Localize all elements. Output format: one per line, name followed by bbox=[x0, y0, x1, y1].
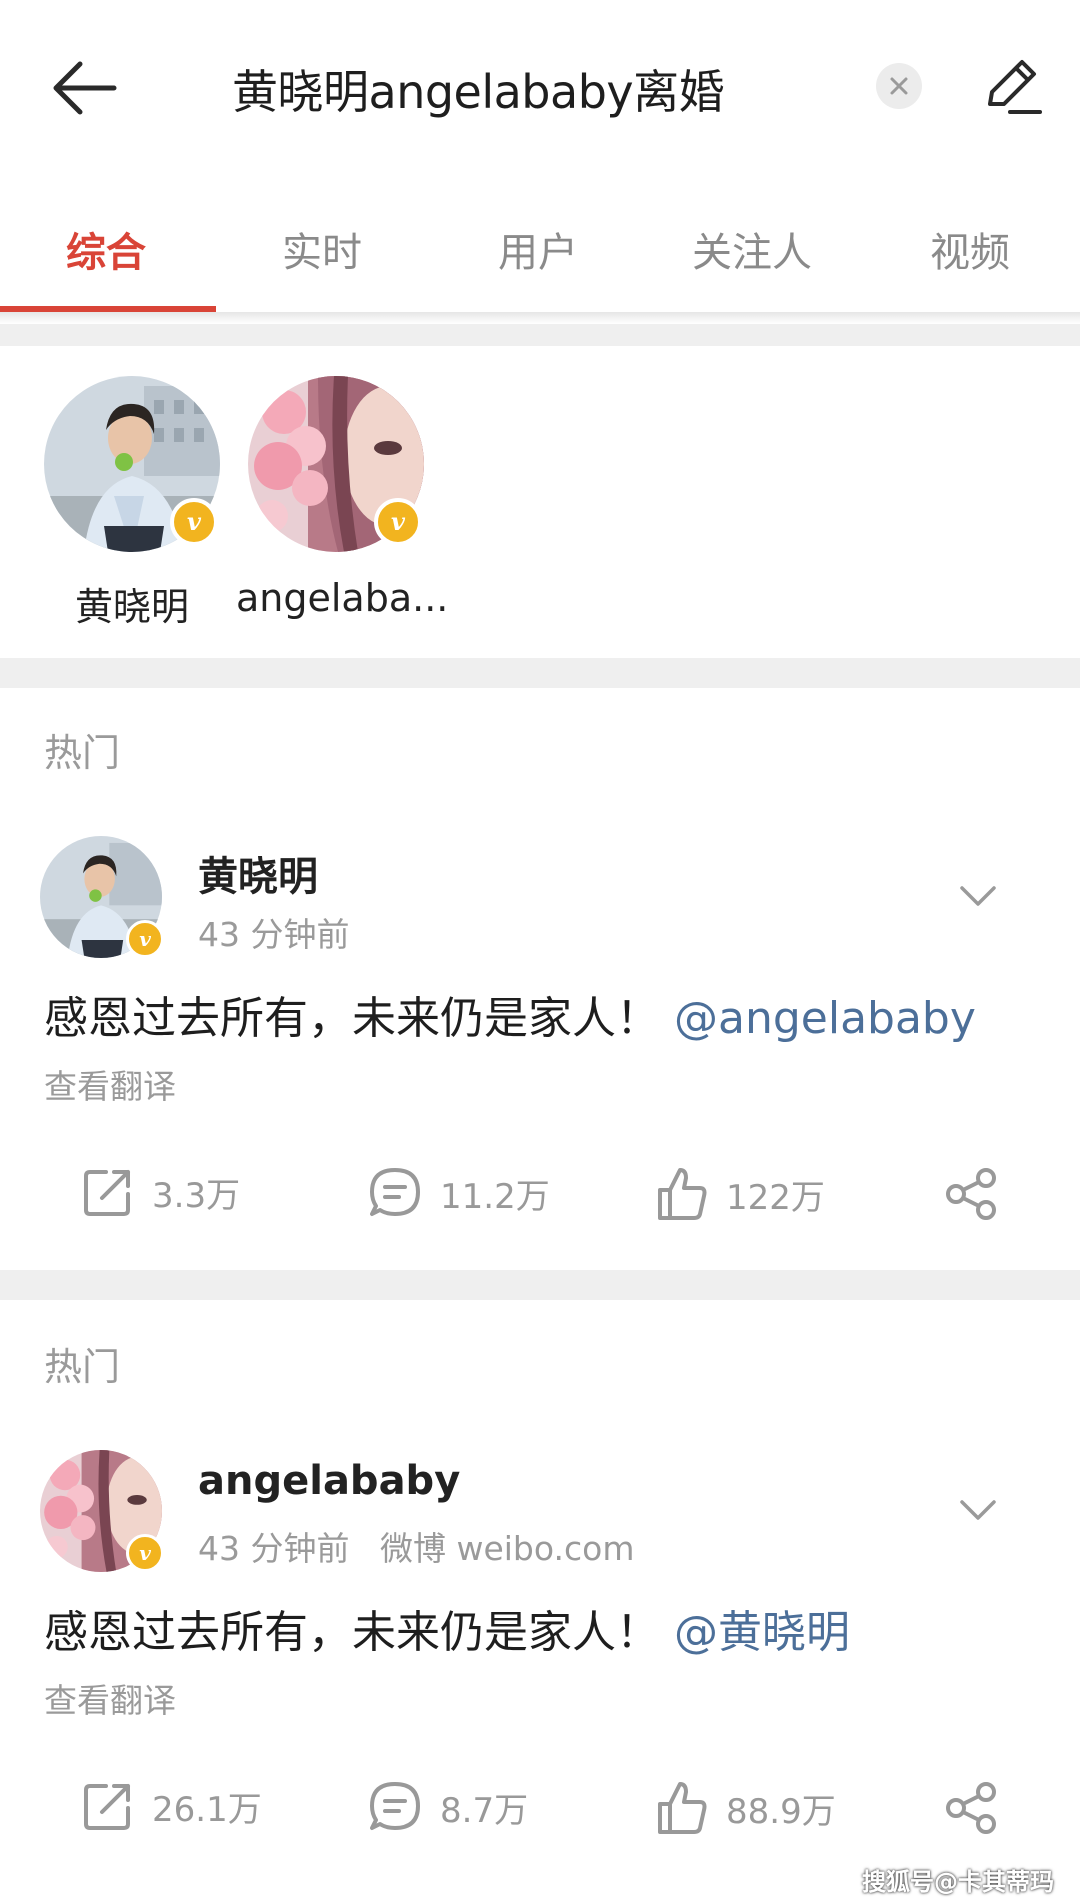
thumbs-up-icon bbox=[658, 1168, 707, 1220]
user-card[interactable]: v 黄晓明 bbox=[32, 376, 232, 631]
avatar[interactable]: v bbox=[248, 376, 424, 552]
tab-realtime[interactable]: 实时 bbox=[282, 220, 362, 278]
tab-following[interactable]: 关注人 bbox=[692, 220, 812, 278]
comment-icon bbox=[370, 1782, 420, 1830]
post-author[interactable]: angelababy bbox=[198, 1458, 460, 1504]
avatar[interactable]: v bbox=[44, 376, 220, 552]
repost-count: 26.1万 bbox=[152, 1789, 262, 1830]
clear-search-button[interactable] bbox=[876, 63, 922, 109]
post-text: 感恩过去所有，未来仍是家人！ @angelababy bbox=[44, 982, 976, 1046]
post-text: 感恩过去所有，未来仍是家人！ @黄晓明 bbox=[44, 1596, 850, 1660]
user-card[interactable]: v angelaba... bbox=[236, 376, 448, 620]
search-query[interactable]: 黄晓明angelababy离婚 bbox=[232, 56, 725, 122]
edit-pencil-icon[interactable] bbox=[978, 52, 1044, 118]
avatar[interactable]: v bbox=[40, 836, 164, 958]
repost-icon bbox=[84, 1170, 130, 1216]
tab-video[interactable]: 视频 bbox=[930, 220, 1010, 278]
verified-badge-icon: v bbox=[374, 498, 422, 546]
tab-bar: 综合 实时 用户 关注人 视频 bbox=[0, 200, 1080, 312]
close-icon bbox=[890, 77, 908, 95]
like-button[interactable]: 122万 bbox=[656, 1166, 825, 1222]
repost-icon bbox=[84, 1784, 130, 1830]
divider bbox=[0, 658, 1080, 688]
post-time: 43 分钟前 bbox=[198, 915, 350, 954]
verified-badge-icon: v bbox=[170, 498, 218, 546]
share-icon[interactable] bbox=[944, 1782, 998, 1834]
like-count: 122万 bbox=[726, 1177, 825, 1218]
search-header: 黄晓明angelababy离婚 bbox=[0, 0, 1080, 170]
comment-count: 8.7万 bbox=[440, 1790, 529, 1831]
back-arrow-icon[interactable] bbox=[44, 50, 128, 126]
post-card[interactable]: 热门 v 黄晓明 43 分钟前 感恩过去所有，未来仍是家人！ @angelaba… bbox=[0, 688, 1080, 1270]
section-label: 热门 bbox=[44, 731, 121, 775]
comment-count: 11.2万 bbox=[440, 1176, 550, 1217]
verified-badge-icon: v bbox=[126, 920, 164, 958]
post-time: 43 分钟前 bbox=[198, 1529, 350, 1568]
chevron-down-icon[interactable] bbox=[958, 1498, 998, 1522]
share-icon[interactable] bbox=[944, 1168, 998, 1220]
post-meta: 43 分钟前 微博 weibo.com bbox=[198, 1522, 634, 1570]
section-label: 热门 bbox=[44, 1345, 121, 1389]
comment-button[interactable]: 8.7万 bbox=[368, 1780, 528, 1834]
translate-link[interactable]: 查看翻译 bbox=[44, 1060, 176, 1108]
post-body: 感恩过去所有，未来仍是家人！ bbox=[44, 1607, 660, 1658]
post-card[interactable]: 热门 v angelababy 43 分钟前 微博 weibo.com 感恩过去… bbox=[0, 1300, 1080, 1903]
tab-users[interactable]: 用户 bbox=[498, 220, 578, 278]
translate-link[interactable]: 查看翻译 bbox=[44, 1674, 176, 1722]
post-author[interactable]: 黄晓明 bbox=[198, 844, 318, 902]
divider bbox=[0, 324, 1080, 346]
user-results: v 黄晓明 v angelaba... bbox=[0, 346, 1080, 658]
chevron-down-icon[interactable] bbox=[958, 884, 998, 908]
verified-badge-icon: v bbox=[126, 1534, 164, 1572]
comment-button[interactable]: 11.2万 bbox=[368, 1166, 550, 1220]
repost-count: 3.3万 bbox=[152, 1175, 241, 1216]
repost-button[interactable]: 3.3万 bbox=[82, 1166, 240, 1218]
post-body: 感恩过去所有，未来仍是家人！ bbox=[44, 993, 660, 1044]
user-name[interactable]: angelaba... bbox=[236, 576, 448, 620]
comment-icon bbox=[370, 1168, 420, 1216]
avatar[interactable]: v bbox=[40, 1450, 164, 1572]
mention-link[interactable]: @angelababy bbox=[674, 993, 976, 1044]
mention-link[interactable]: @黄晓明 bbox=[674, 1607, 850, 1658]
user-name[interactable]: 黄晓明 bbox=[32, 576, 232, 631]
tab-shadow bbox=[0, 312, 1080, 324]
repost-button[interactable]: 26.1万 bbox=[82, 1780, 262, 1832]
like-count: 88.9万 bbox=[726, 1791, 836, 1832]
tab-comprehensive[interactable]: 综合 bbox=[66, 220, 146, 278]
watermark: 搜狐号@卡其蒂玛 bbox=[862, 1868, 1054, 1896]
divider bbox=[0, 1270, 1080, 1300]
post-source: 微博 weibo.com bbox=[379, 1529, 635, 1568]
thumbs-up-icon bbox=[658, 1782, 707, 1834]
like-button[interactable]: 88.9万 bbox=[656, 1780, 836, 1836]
